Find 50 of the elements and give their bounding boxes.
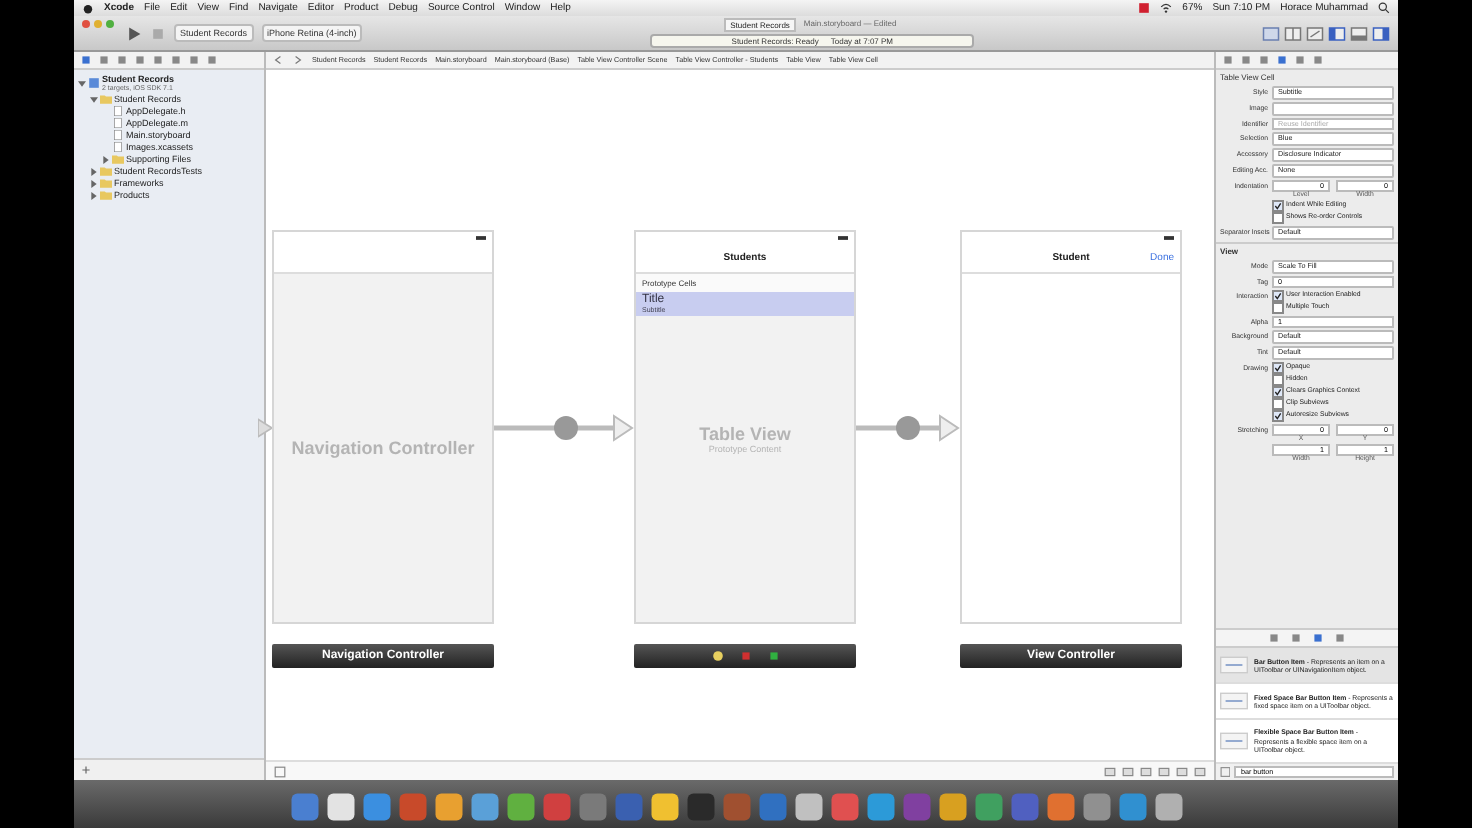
- debug-toggle-icon[interactable]: [1350, 25, 1368, 41]
- dock-app-icon[interactable]: [469, 792, 499, 822]
- cube-icon[interactable]: [739, 650, 751, 662]
- apple-icon[interactable]: [82, 2, 94, 14]
- run-icon[interactable]: [126, 25, 142, 41]
- collapsed-triangle-icon[interactable]: [90, 167, 98, 175]
- project-icon: [88, 78, 100, 88]
- assistant-editor-icon[interactable]: [1284, 25, 1302, 41]
- dock-app-icon[interactable]: [649, 792, 679, 822]
- dock-app-icon[interactable]: [1153, 792, 1183, 822]
- document-outline-icon[interactable]: [274, 765, 286, 777]
- status-icon[interactable]: [1138, 2, 1151, 14]
- wifi-icon[interactable]: [1160, 2, 1173, 14]
- bar-button-icon: [1220, 656, 1248, 675]
- segue-arrow[interactable]: [494, 414, 634, 442]
- placeholder-text: Table View: [699, 424, 791, 444]
- segue-arrow[interactable]: [856, 414, 960, 442]
- checkbox[interactable]: [1272, 289, 1284, 302]
- folder-icon: [100, 94, 112, 104]
- dock-app-icon[interactable]: [793, 792, 823, 822]
- stop-icon[interactable]: [150, 25, 166, 41]
- checkbox[interactable]: [1272, 361, 1284, 374]
- collapsed-triangle-icon[interactable]: [90, 179, 98, 187]
- dock-app-icon[interactable]: [937, 792, 967, 822]
- add-icon[interactable]: [80, 764, 92, 776]
- dock-app-icon[interactable]: [505, 792, 535, 822]
- popup-button[interactable]: [1272, 101, 1394, 115]
- collapsed-triangle-icon[interactable]: [90, 191, 98, 199]
- expanded-triangle-icon[interactable]: [90, 95, 98, 103]
- scene-label-bar[interactable]: [634, 644, 856, 668]
- dock-app-icon[interactable]: [1081, 792, 1111, 822]
- close-button[interactable]: [82, 20, 90, 28]
- expanded-triangle-icon[interactable]: [78, 79, 86, 87]
- dock-app-icon[interactable]: [325, 792, 355, 822]
- bar-button-icon: [1220, 692, 1248, 711]
- utilities-toggle-icon[interactable]: [1372, 25, 1390, 41]
- dock-app-icon[interactable]: [865, 792, 895, 822]
- navigator-toggle-icon[interactable]: [1328, 25, 1346, 41]
- placeholder-text: Navigation Controller: [291, 438, 475, 458]
- exit-icon[interactable]: [767, 650, 779, 662]
- version-editor-icon[interactable]: [1306, 25, 1324, 41]
- collapsed-triangle-icon[interactable]: [102, 155, 110, 163]
- bar-button-icon: [1220, 732, 1248, 751]
- grid-view-icon[interactable]: [1220, 766, 1231, 778]
- editor-mode-icon[interactable]: [1262, 25, 1280, 41]
- first-responder-icon[interactable]: [711, 650, 723, 662]
- zoom-button[interactable]: [106, 20, 114, 28]
- dock-app-icon[interactable]: [433, 792, 463, 822]
- search-icon[interactable]: [1378, 2, 1390, 14]
- checkbox[interactable]: [1272, 199, 1284, 212]
